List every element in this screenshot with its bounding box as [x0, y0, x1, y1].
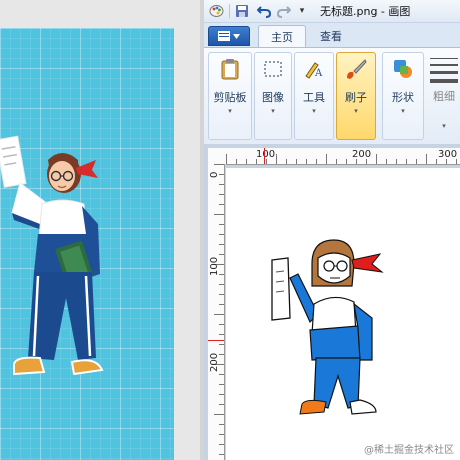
- ruler-cursor-marker: [208, 340, 224, 341]
- horizontal-ruler: 100 200 300: [226, 148, 460, 165]
- chevron-down-icon: ▾: [312, 107, 316, 115]
- title-bar: ▾ 无标题.png - 画图: [204, 0, 460, 23]
- clipboard-icon: [218, 57, 242, 81]
- shapes-icon: [391, 57, 415, 81]
- ruler-label-200-v: 200: [209, 352, 220, 372]
- size-button[interactable]: 粗细 ▾: [426, 52, 460, 138]
- chevron-down-icon: ▾: [354, 107, 358, 115]
- ruler-label-100: 100: [256, 149, 276, 160]
- clipboard-button[interactable]: 剪贴板 ▾: [208, 52, 252, 140]
- tab-view[interactable]: 查看: [310, 25, 352, 47]
- brush-icon: [344, 57, 368, 81]
- reference-panel: [0, 0, 200, 460]
- chevron-down-icon: ▾: [442, 122, 446, 130]
- watermark: @稀土掘金技术社区: [364, 445, 454, 456]
- ruler-label-100-v: 100: [209, 256, 220, 276]
- ruler-label-0: 0: [209, 171, 220, 178]
- chevron-down-icon: [233, 33, 240, 39]
- vertical-ruler-ticks: [214, 164, 224, 455]
- reference-girl-figure: [0, 135, 104, 376]
- tools-button[interactable]: A 工具 ▾: [294, 52, 334, 140]
- save-icon[interactable]: [234, 3, 250, 19]
- canvas-area: 100 200 300 0 100 200: [204, 144, 460, 460]
- file-menu-button[interactable]: [208, 26, 250, 46]
- customize-arrow-icon[interactable]: ▾: [296, 3, 308, 19]
- reference-illustration: [0, 28, 174, 460]
- canvas-drawing: [271, 239, 384, 415]
- ruler-cursor-marker: [264, 148, 265, 164]
- paint-app-icon[interactable]: [208, 3, 224, 19]
- chevron-down-icon: ▾: [271, 107, 275, 115]
- ruler-label-300: 300: [438, 149, 458, 160]
- image-button[interactable]: 图像 ▾: [254, 52, 292, 140]
- size-icon: [430, 58, 458, 88]
- vertical-ruler: 0 100 200: [208, 164, 225, 460]
- ruler-label-200: 200: [352, 149, 372, 160]
- image-label: 图像: [262, 91, 284, 104]
- chevron-down-icon: ▾: [401, 107, 405, 115]
- tools-label: 工具: [303, 91, 325, 104]
- ribbon-tab-bar: 主页 查看: [204, 23, 460, 48]
- tab-home[interactable]: 主页: [258, 25, 306, 48]
- file-menu-icon: [218, 31, 230, 41]
- shapes-label: 形状: [392, 91, 414, 104]
- toolbar-separator: [229, 4, 230, 18]
- ruler-corner: [208, 148, 226, 164]
- clipboard-label: 剪贴板: [213, 91, 247, 104]
- undo-icon[interactable]: [256, 3, 272, 19]
- svg-text:A: A: [314, 68, 323, 79]
- redo-icon[interactable]: [276, 3, 292, 19]
- brush-label: 刷子: [345, 91, 367, 104]
- ribbon: 剪贴板 ▾ 图像 ▾ A 工具 ▾ 刷子 ▾ 形状 ▾ 粗细 ▾: [204, 47, 460, 145]
- shapes-button[interactable]: 形状 ▾: [382, 52, 424, 140]
- drawing-canvas[interactable]: [226, 168, 460, 460]
- brush-button[interactable]: 刷子 ▾: [336, 52, 376, 140]
- tools-icon: A: [302, 57, 326, 81]
- size-label: 粗细: [433, 90, 455, 103]
- paint-window: ▾ 无标题.png - 画图 主页 查看 剪贴板 ▾ 图像 ▾ A 工具 ▾ 刷…: [204, 0, 460, 460]
- window-title: 无标题.png - 画图: [320, 5, 411, 18]
- select-icon: [261, 57, 285, 81]
- chevron-down-icon: ▾: [228, 107, 232, 115]
